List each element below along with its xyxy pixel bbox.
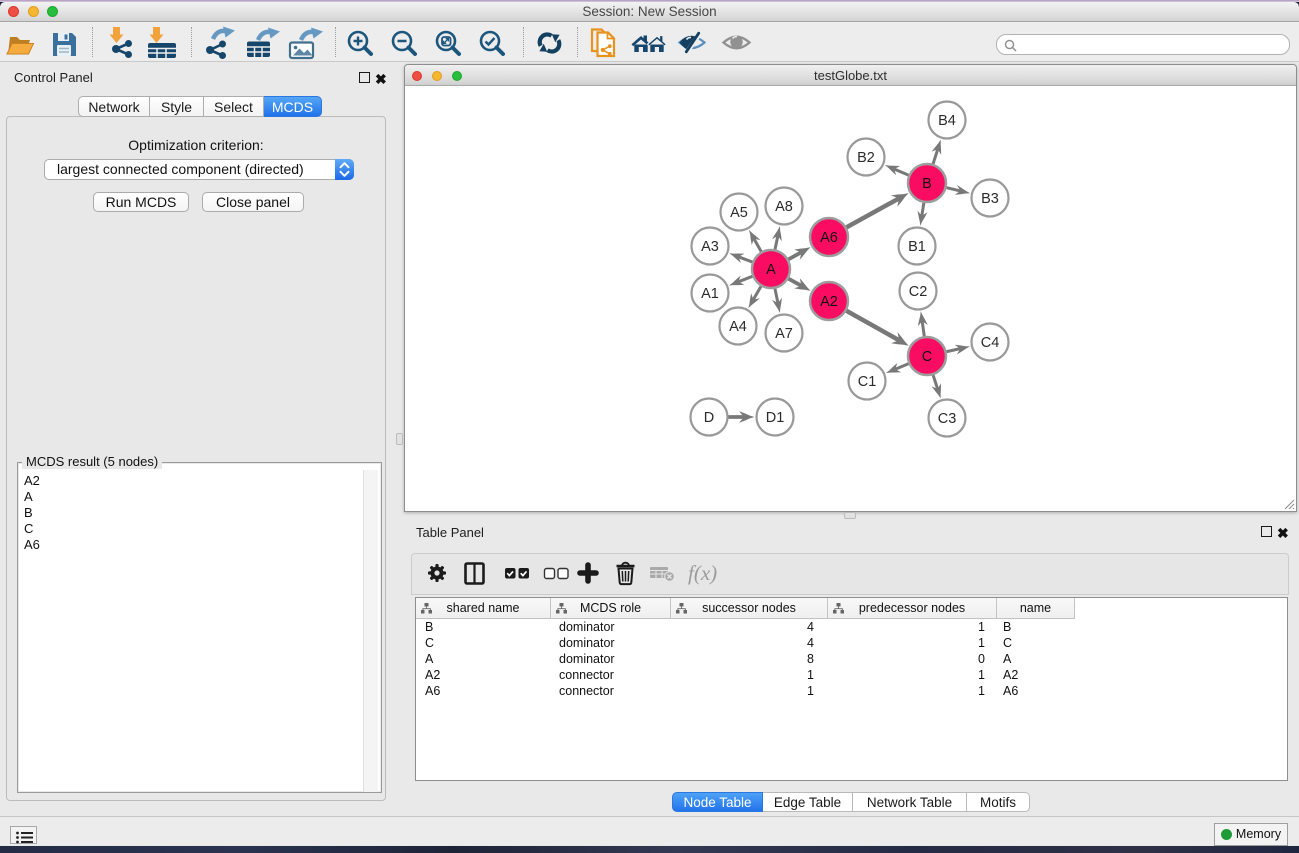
svg-text:D1: D1 (766, 410, 785, 426)
svg-text:C2: C2 (909, 284, 928, 300)
svg-text:C3: C3 (938, 411, 957, 427)
svg-text:A2: A2 (820, 294, 838, 310)
svg-text:A1: A1 (701, 286, 719, 302)
svg-text:B: B (922, 176, 932, 192)
svg-text:A3: A3 (701, 239, 719, 255)
svg-text:B3: B3 (981, 191, 999, 207)
svg-text:A7: A7 (775, 326, 793, 342)
svg-text:B1: B1 (908, 239, 926, 255)
svg-text:f(x): f(x) (688, 561, 717, 585)
svg-text:A8: A8 (775, 199, 793, 215)
svg-text:B4: B4 (938, 113, 956, 129)
svg-text:A5: A5 (730, 205, 748, 221)
svg-text:A6: A6 (820, 230, 838, 246)
svg-text:A: A (766, 262, 776, 278)
svg-text:C: C (922, 349, 932, 365)
svg-text:A4: A4 (729, 319, 747, 335)
svg-text:B2: B2 (857, 150, 875, 166)
svg-text:D: D (704, 410, 714, 426)
svg-text:C4: C4 (981, 335, 1000, 351)
svg-text:C1: C1 (858, 374, 877, 390)
